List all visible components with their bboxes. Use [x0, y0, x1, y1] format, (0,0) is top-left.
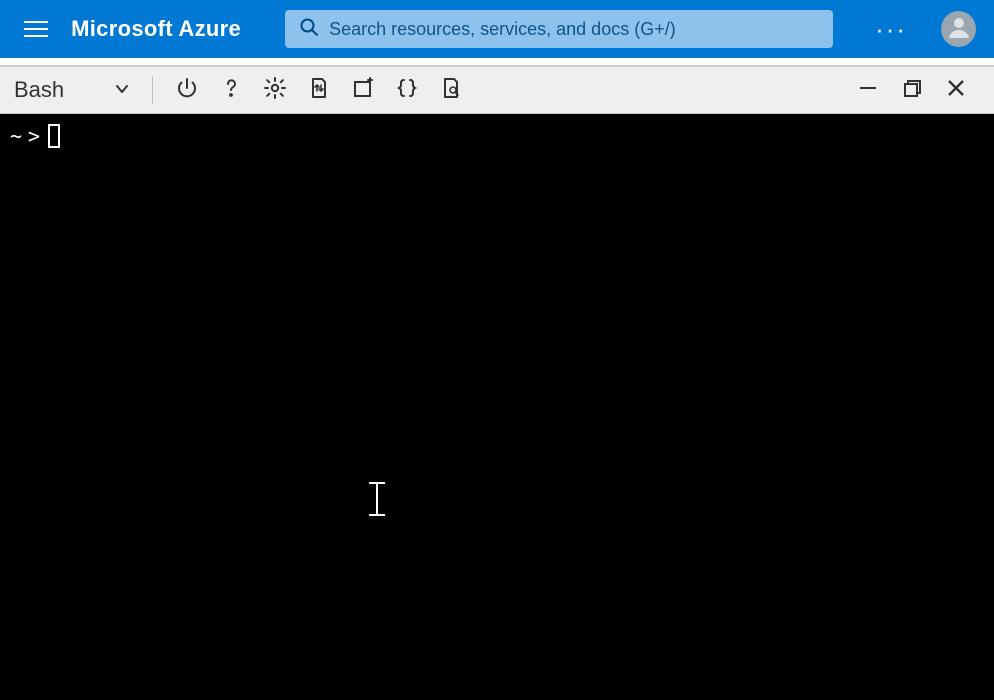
- search-icon: [299, 17, 319, 42]
- help-button[interactable]: [211, 70, 251, 110]
- minimize-button[interactable]: [848, 70, 888, 110]
- text-cursor-icon: [376, 484, 378, 514]
- file-preview-icon: [439, 76, 463, 105]
- terminal-prompt: ~ >: [10, 124, 984, 148]
- new-window-icon: [351, 76, 375, 105]
- settings-button[interactable]: [255, 70, 295, 110]
- terminal-area[interactable]: ~ >: [0, 114, 994, 700]
- menu-icon[interactable]: [24, 14, 53, 44]
- search-box[interactable]: [285, 10, 833, 48]
- web-preview-button[interactable]: [431, 70, 471, 110]
- help-icon: [219, 76, 243, 105]
- portal-title: Microsoft Azure: [71, 16, 241, 42]
- minimize-icon: [857, 77, 879, 104]
- editor-button[interactable]: [387, 70, 427, 110]
- terminal-cursor: [48, 124, 60, 148]
- power-icon: [175, 76, 199, 105]
- prompt-cwd: ~: [10, 124, 22, 148]
- maximize-icon: [901, 77, 923, 104]
- toolbar-separator: [152, 76, 153, 104]
- braces-icon: [395, 76, 419, 105]
- upload-download-button[interactable]: [299, 70, 339, 110]
- account-avatar[interactable]: [941, 11, 976, 47]
- person-icon: [946, 14, 972, 45]
- chevron-down-icon: [114, 77, 130, 103]
- maximize-button[interactable]: [892, 70, 932, 110]
- gear-icon: [263, 76, 287, 105]
- cloud-shell-toolbar: Bash: [0, 66, 994, 114]
- shell-type-select[interactable]: Bash: [10, 75, 138, 105]
- header-divider: [0, 58, 994, 66]
- search-input[interactable]: [329, 19, 819, 40]
- azure-header: Microsoft Azure ···: [0, 0, 994, 58]
- shell-type-label: Bash: [14, 77, 64, 103]
- new-session-button[interactable]: [343, 70, 383, 110]
- prompt-separator: >: [28, 124, 40, 148]
- close-button[interactable]: [936, 70, 976, 110]
- close-icon: [945, 77, 967, 104]
- more-actions-button[interactable]: ···: [869, 14, 913, 45]
- restart-shell-button[interactable]: [167, 70, 207, 110]
- file-transfer-icon: [307, 76, 331, 105]
